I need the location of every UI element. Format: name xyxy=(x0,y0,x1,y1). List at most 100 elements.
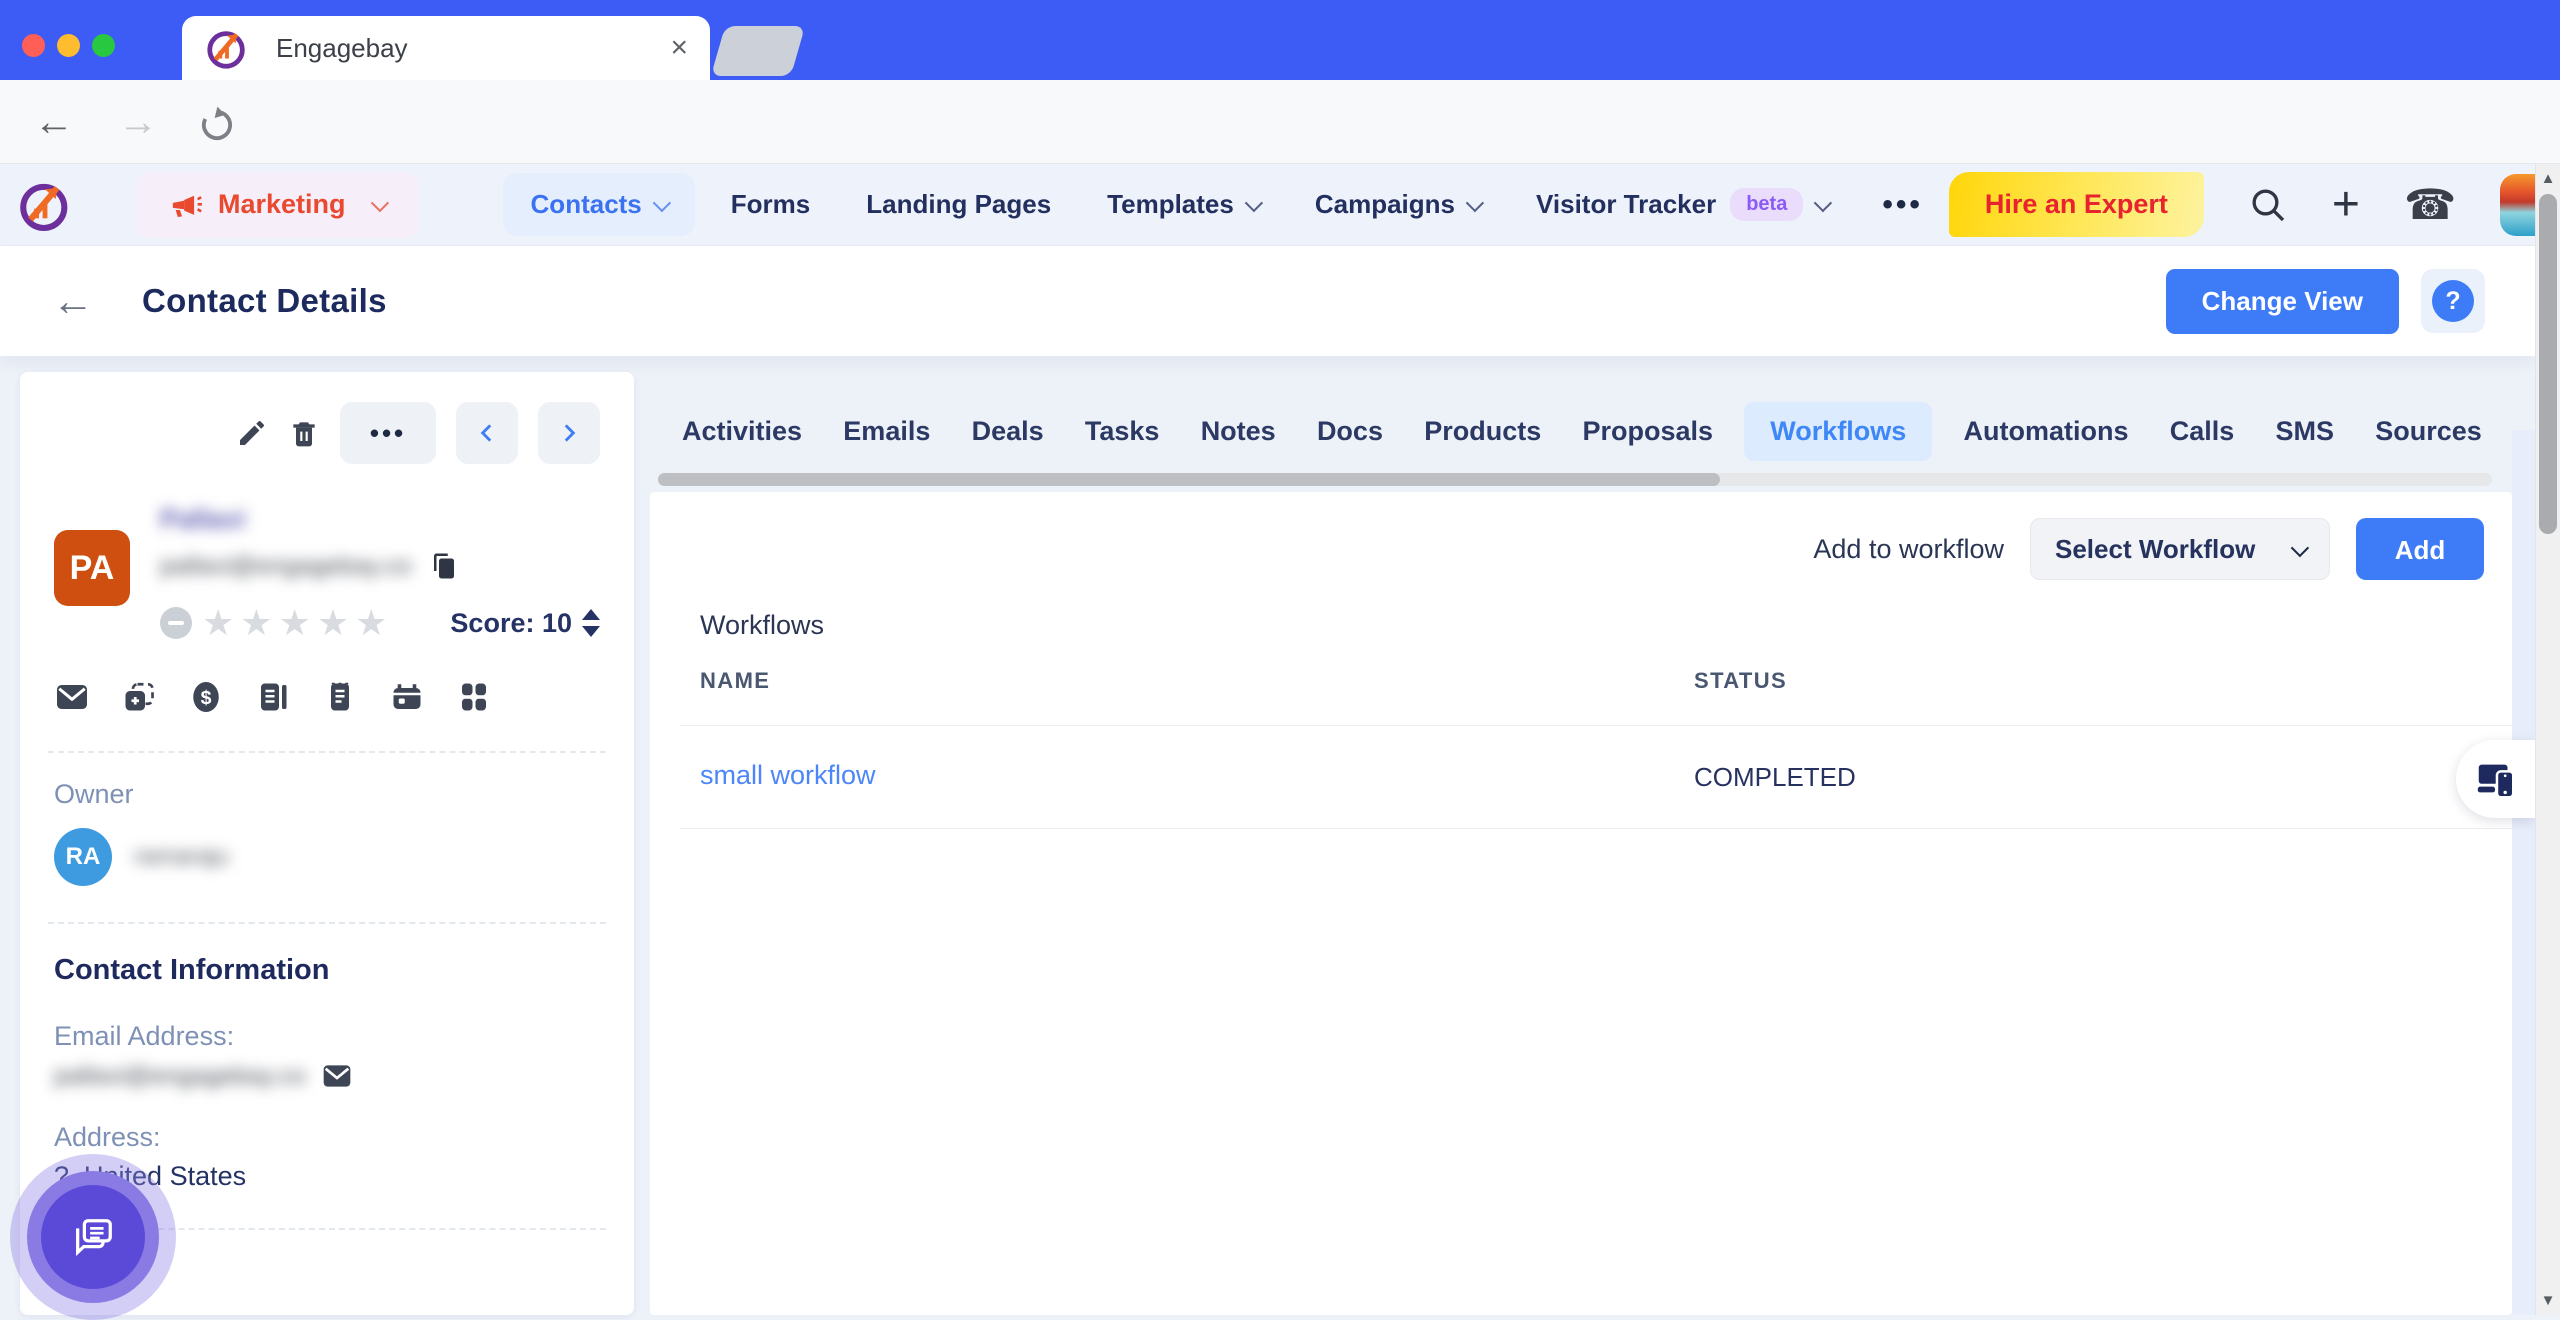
table-header: NAME STATUS xyxy=(700,668,2460,694)
address-label: Address: xyxy=(54,1122,600,1153)
tab-products[interactable]: Products xyxy=(1414,402,1551,461)
edit-contact-button[interactable] xyxy=(236,417,268,449)
help-button[interactable]: ? xyxy=(2421,269,2485,333)
trash-icon xyxy=(288,417,320,449)
tab-sources[interactable]: Sources xyxy=(2365,402,2492,461)
divider xyxy=(48,922,606,924)
engagebay-logo[interactable] xyxy=(16,176,74,234)
contact-more-actions-button[interactable]: ••• xyxy=(340,402,436,464)
scroll-down-icon[interactable]: ▼ xyxy=(2536,1292,2560,1309)
contact-name: Pallavi xyxy=(160,504,600,535)
devices-icon xyxy=(2473,756,2519,802)
window-controls[interactable] xyxy=(22,34,115,57)
browser-forward-button[interactable]: → xyxy=(118,94,158,150)
previous-contact-button[interactable] xyxy=(456,402,518,464)
workflow-name-link[interactable]: small workflow xyxy=(700,760,876,790)
tab-notes[interactable]: Notes xyxy=(1191,402,1286,461)
close-window-button[interactable] xyxy=(22,34,45,57)
score-decrease-icon[interactable] xyxy=(582,626,600,637)
nav-item-templates[interactable]: Templates xyxy=(1107,189,1259,220)
tab-workflows[interactable]: Workflows xyxy=(1744,402,1932,461)
pencil-icon xyxy=(236,417,268,449)
score-stepper[interactable] xyxy=(582,609,600,637)
maximize-window-button[interactable] xyxy=(92,34,115,57)
tab-title: Engagebay xyxy=(276,33,670,64)
contact-email: pallavi@engagebay.co xyxy=(160,552,411,581)
tab-sms[interactable]: SMS xyxy=(2266,402,2345,461)
device-preview-tab[interactable] xyxy=(2456,740,2535,818)
contact-email-value: pallavi@engagebay.co xyxy=(54,1062,305,1091)
owner-label: Owner xyxy=(54,779,600,810)
add-workflow-button[interactable]: Add xyxy=(2356,518,2484,580)
tabs-horizontal-scrollbar[interactable] xyxy=(658,473,2492,486)
tab-activities[interactable]: Activities xyxy=(672,402,812,461)
tab-docs[interactable]: Docs xyxy=(1307,402,1393,461)
column-name: NAME xyxy=(700,668,770,693)
chat-widget-button[interactable] xyxy=(10,1154,176,1320)
scroll-up-icon[interactable]: ▲ xyxy=(2536,170,2560,187)
svg-text:$: $ xyxy=(201,687,212,709)
page-header: ← Contact Details Change View ? xyxy=(0,246,2535,356)
change-view-button[interactable]: Change View xyxy=(2166,269,2399,334)
add-icon[interactable]: + xyxy=(2332,181,2360,229)
app-navbar: Marketing Contacts Forms Landing Pages T… xyxy=(0,164,2535,246)
nav-item-contacts[interactable]: Contacts xyxy=(503,173,695,236)
nav-more-menu-icon[interactable]: ••• xyxy=(1882,188,1923,222)
contacts-label: Contacts xyxy=(531,189,642,220)
page-vertical-scrollbar[interactable]: ▲ ▼ xyxy=(2535,164,2560,1315)
tab-automations[interactable]: Automations xyxy=(1954,402,2139,461)
beta-badge: beta xyxy=(1730,188,1803,221)
cases-icon[interactable] xyxy=(456,679,492,715)
column-status: STATUS xyxy=(1694,668,1787,694)
nav-item-campaigns[interactable]: Campaigns xyxy=(1315,189,1480,220)
tab-emails[interactable]: Emails xyxy=(833,402,940,461)
tab-tasks[interactable]: Tasks xyxy=(1075,402,1170,461)
visitor-tracker-label: Visitor Tracker xyxy=(1536,189,1716,220)
chevron-down-icon xyxy=(1814,194,1832,212)
currency-icon[interactable]: $ xyxy=(188,679,224,715)
back-arrow-icon[interactable]: ← xyxy=(52,280,94,322)
divider xyxy=(680,725,2512,726)
note-icon[interactable] xyxy=(255,679,291,715)
select-workflow-value: Select Workflow xyxy=(2055,534,2255,565)
inactive-tab[interactable] xyxy=(711,26,805,76)
forms-label: Forms xyxy=(731,189,810,220)
clear-rating-icon[interactable] xyxy=(160,607,192,639)
add-to-workflow-label: Add to workflow xyxy=(1813,534,2004,565)
browser-back-button[interactable]: ← xyxy=(34,94,74,150)
tab-close-icon[interactable]: × xyxy=(670,33,688,63)
email-icon[interactable] xyxy=(54,679,90,715)
send-email-icon[interactable] xyxy=(321,1060,353,1092)
templates-label: Templates xyxy=(1107,189,1234,220)
select-workflow-dropdown[interactable]: Select Workflow xyxy=(2030,518,2330,580)
tab-deals[interactable]: Deals xyxy=(962,402,1054,461)
score-increase-icon[interactable] xyxy=(582,609,600,620)
star-rating[interactable]: ★★★★★ xyxy=(202,605,393,641)
tab-proposals[interactable]: Proposals xyxy=(1572,402,1723,461)
scrollbar-thumb[interactable] xyxy=(2539,194,2557,534)
scrollbar-thumb[interactable] xyxy=(658,473,1720,486)
marketing-menu[interactable]: Marketing xyxy=(136,172,419,238)
nav-item-landing-pages[interactable]: Landing Pages xyxy=(866,189,1051,220)
nav-item-forms[interactable]: Forms xyxy=(731,189,810,220)
browser-reload-button[interactable] xyxy=(196,104,238,146)
hire-an-expert-button[interactable]: Hire an Expert xyxy=(1949,172,2204,237)
copy-icon[interactable] xyxy=(429,551,459,581)
minimize-window-button[interactable] xyxy=(57,34,80,57)
event-icon[interactable] xyxy=(389,679,425,715)
delete-contact-button[interactable] xyxy=(288,417,320,449)
tab-calls[interactable]: Calls xyxy=(2160,402,2245,461)
browser-tab[interactable]: Engagebay × xyxy=(182,16,710,80)
score-label: Score: 10 xyxy=(450,608,572,639)
phone-icon[interactable]: ☎ xyxy=(2404,184,2456,226)
workflows-section-title: Workflows xyxy=(700,610,824,641)
chevron-right-icon xyxy=(556,420,582,446)
contact-detail-tabs: Activities Emails Deals Tasks Notes Docs… xyxy=(672,400,2492,462)
task-icon[interactable] xyxy=(322,679,358,715)
next-contact-button[interactable] xyxy=(538,402,600,464)
add-deal-icon[interactable] xyxy=(121,679,157,715)
nav-item-visitor-tracker[interactable]: Visitor Tracker beta xyxy=(1536,188,1828,221)
email-address-label: Email Address: xyxy=(54,1021,600,1052)
search-icon[interactable] xyxy=(2248,185,2288,225)
contact-avatar: PA xyxy=(54,530,130,606)
